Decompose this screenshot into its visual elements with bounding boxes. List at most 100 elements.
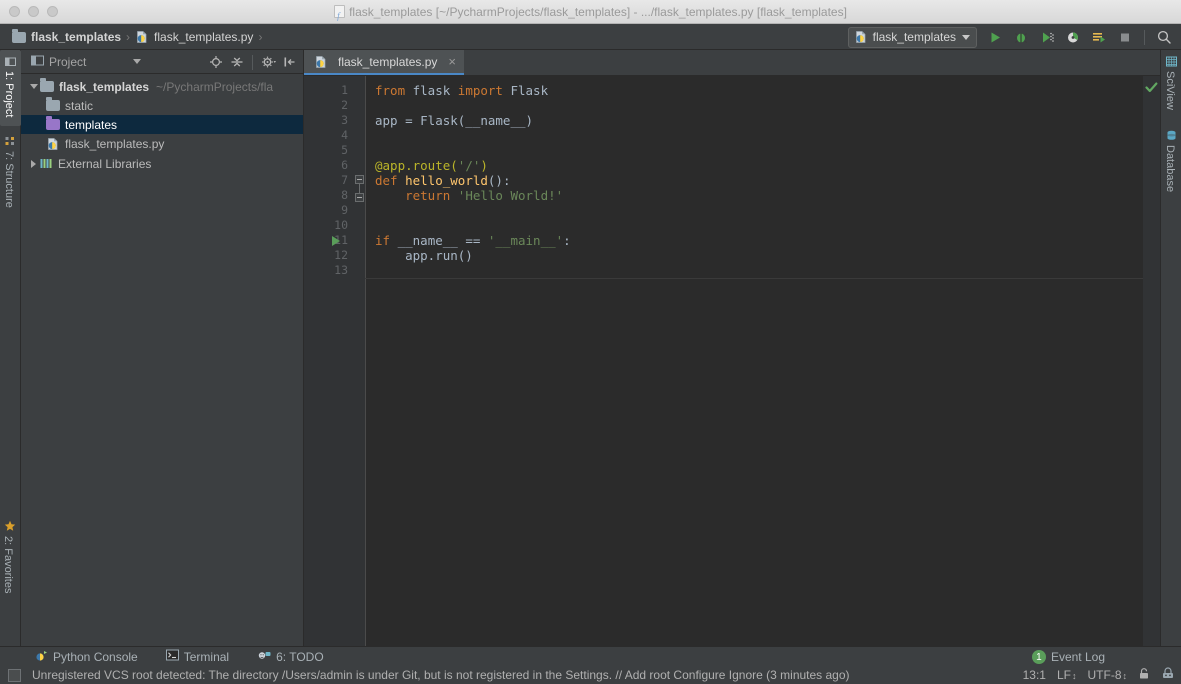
tree-row-flask-templates[interactable]: flask_templates ~/PycharmProjects/fla (21, 77, 303, 96)
star-icon (1, 520, 16, 532)
python-file-icon (314, 55, 328, 69)
bottom-tab-todo[interactable]: 6: TODO (248, 647, 333, 667)
search-everywhere-button[interactable] (1153, 26, 1175, 48)
collapse-all-button[interactable] (227, 53, 246, 72)
chevron-down-icon[interactable] (133, 59, 142, 64)
tree-row-label: flask_templates (59, 79, 150, 94)
stop-button[interactable] (1114, 26, 1136, 48)
profile-button[interactable] (1062, 26, 1084, 48)
sidebar-item-favorites[interactable]: 2: Favorites (1, 520, 16, 593)
token-keyword: from (375, 83, 406, 98)
debug-button[interactable] (1010, 26, 1032, 48)
run-button[interactable] (984, 26, 1006, 48)
breadcrumb: flask_templates › flask_templates.py › (9, 24, 264, 50)
run-coverage-button[interactable] (1036, 26, 1058, 48)
sidebar-item-label: Database (1164, 145, 1176, 193)
gear-icon (261, 56, 276, 68)
select-opened-file-button[interactable] (206, 53, 225, 72)
line-separator-selector[interactable]: LF↕ (1057, 668, 1077, 682)
tree-row-static[interactable]: static (21, 96, 303, 115)
sidebar-item-label: SciView (1164, 71, 1176, 110)
token-keyword: import (457, 83, 503, 98)
tree-row-flask-templates-py[interactable]: flask_templates.py (21, 134, 303, 153)
sidebar-item-database[interactable]: Database (1163, 130, 1177, 192)
token-text: flask (405, 83, 458, 98)
hector-icon[interactable] (1161, 666, 1175, 684)
sidebar-item-sciview[interactable]: SciView (1163, 56, 1177, 110)
python-file-icon (854, 30, 868, 44)
line-number: 13 (334, 263, 348, 277)
token-text: (): (487, 173, 511, 188)
line-number: 9 (341, 203, 348, 217)
collapse-arrow-icon[interactable] (27, 159, 40, 168)
bottom-tab-label: 6: TODO (276, 649, 324, 664)
fold-end-icon[interactable] (355, 193, 364, 202)
token-text: __name__ == (390, 233, 488, 248)
project-tree[interactable]: flask_templates ~/PycharmProjects/fla st… (21, 74, 303, 646)
run-icon (991, 32, 1000, 42)
editor-marker-bar[interactable] (1143, 76, 1160, 646)
tree-row-templates[interactable]: templates (21, 115, 303, 134)
todo-icon (257, 649, 271, 665)
status-bar: Unregistered VCS root detected: The dire… (0, 666, 1181, 684)
bottom-tab-python-console[interactable]: Python Console (26, 647, 147, 667)
breadcrumb-item-project[interactable]: flask_templates (9, 24, 124, 50)
tree-row-label: flask_templates.py (65, 136, 165, 151)
line-separator-label: LF (1056, 668, 1071, 682)
stop-icon (1120, 33, 1129, 41)
caret-position[interactable]: 13:1 (1023, 668, 1046, 682)
editor-tab-flask-templates-py[interactable]: flask_templates.py × (304, 50, 464, 75)
expand-arrow-icon[interactable] (27, 84, 40, 89)
sidebar-item-structure[interactable]: 7: Structure (2, 136, 16, 208)
coverage-icon (1042, 32, 1054, 42)
hide-panel-button[interactable] (280, 53, 299, 72)
run-configuration-selector[interactable]: flask_templates (847, 26, 977, 48)
token-decorator: ) (480, 158, 488, 173)
code-text-area[interactable]: from flask import Flask app = Flask(__na… (365, 76, 1160, 646)
run-configuration-label: flask_templates (872, 30, 956, 44)
updown-icon: ↕ (1072, 671, 1077, 681)
line-number: 7 (341, 173, 348, 187)
editor-gutter[interactable]: 1 2 3 4 5 6 7 8 9 10 11 12 13 (304, 76, 354, 646)
event-log-badge: 1 (1031, 650, 1046, 664)
project-panel-title[interactable]: Project (31, 54, 142, 70)
status-toggle-icon[interactable] (8, 668, 21, 682)
line-number: 6 (341, 158, 348, 172)
line-number: 3 (341, 113, 348, 127)
left-tool-window-bar: 1: Project 7: Structure 2: Favorites (0, 50, 21, 646)
code-editor[interactable]: 1 2 3 4 5 6 7 8 9 10 11 12 13 from flask… (304, 76, 1160, 646)
run-line-marker-icon[interactable] (332, 236, 340, 246)
bottom-tab-terminal[interactable]: Terminal (157, 647, 238, 667)
window-title: flask_templates [~/PycharmProjects/flask… (0, 0, 1181, 28)
chevron-down-icon (962, 34, 970, 40)
sidebar-item-project[interactable]: 1: Project (2, 56, 16, 117)
lock-icon[interactable] (1138, 667, 1150, 683)
run-with-console-button[interactable] (1088, 26, 1110, 48)
pycharm-window: flask_templates [~/PycharmProjects/flask… (0, 0, 1181, 684)
status-message[interactable]: Unregistered VCS root detected: The dire… (32, 668, 850, 682)
close-icon[interactable]: × (448, 55, 456, 68)
sidebar-item-label: 1: Project (3, 71, 15, 118)
breadcrumb-item-file[interactable]: flask_templates.py (132, 24, 256, 50)
python-file-icon (46, 137, 60, 151)
editor-tabs: flask_templates.py × (304, 50, 1160, 76)
token-text: : (563, 233, 571, 248)
settings-button[interactable] (259, 53, 278, 72)
breadcrumb-label: flask_templates (31, 30, 122, 44)
editor-fold-gutter[interactable] (354, 76, 365, 646)
end-of-file-separator (365, 278, 1143, 279)
code-line-12: app.run() (375, 248, 473, 263)
terminal-icon (165, 649, 179, 664)
sciview-icon (1163, 56, 1177, 67)
folder-icon (40, 78, 54, 92)
token-function: hello_world (405, 173, 488, 188)
fold-collapse-icon[interactable] (355, 175, 364, 184)
project-tool-window: Project flask_templates ~/PycharmProject… (21, 50, 304, 646)
encoding-selector[interactable]: UTF-8↕ (1088, 668, 1128, 682)
event-log-tab[interactable]: 1 Event Log (1031, 647, 1105, 667)
tree-row-external-libraries[interactable]: External Libraries (21, 154, 303, 173)
editor-tab-label: flask_templates.py (338, 54, 438, 69)
token-string: 'Hello World!' (457, 188, 564, 203)
token-string: '__main__' (487, 233, 564, 248)
